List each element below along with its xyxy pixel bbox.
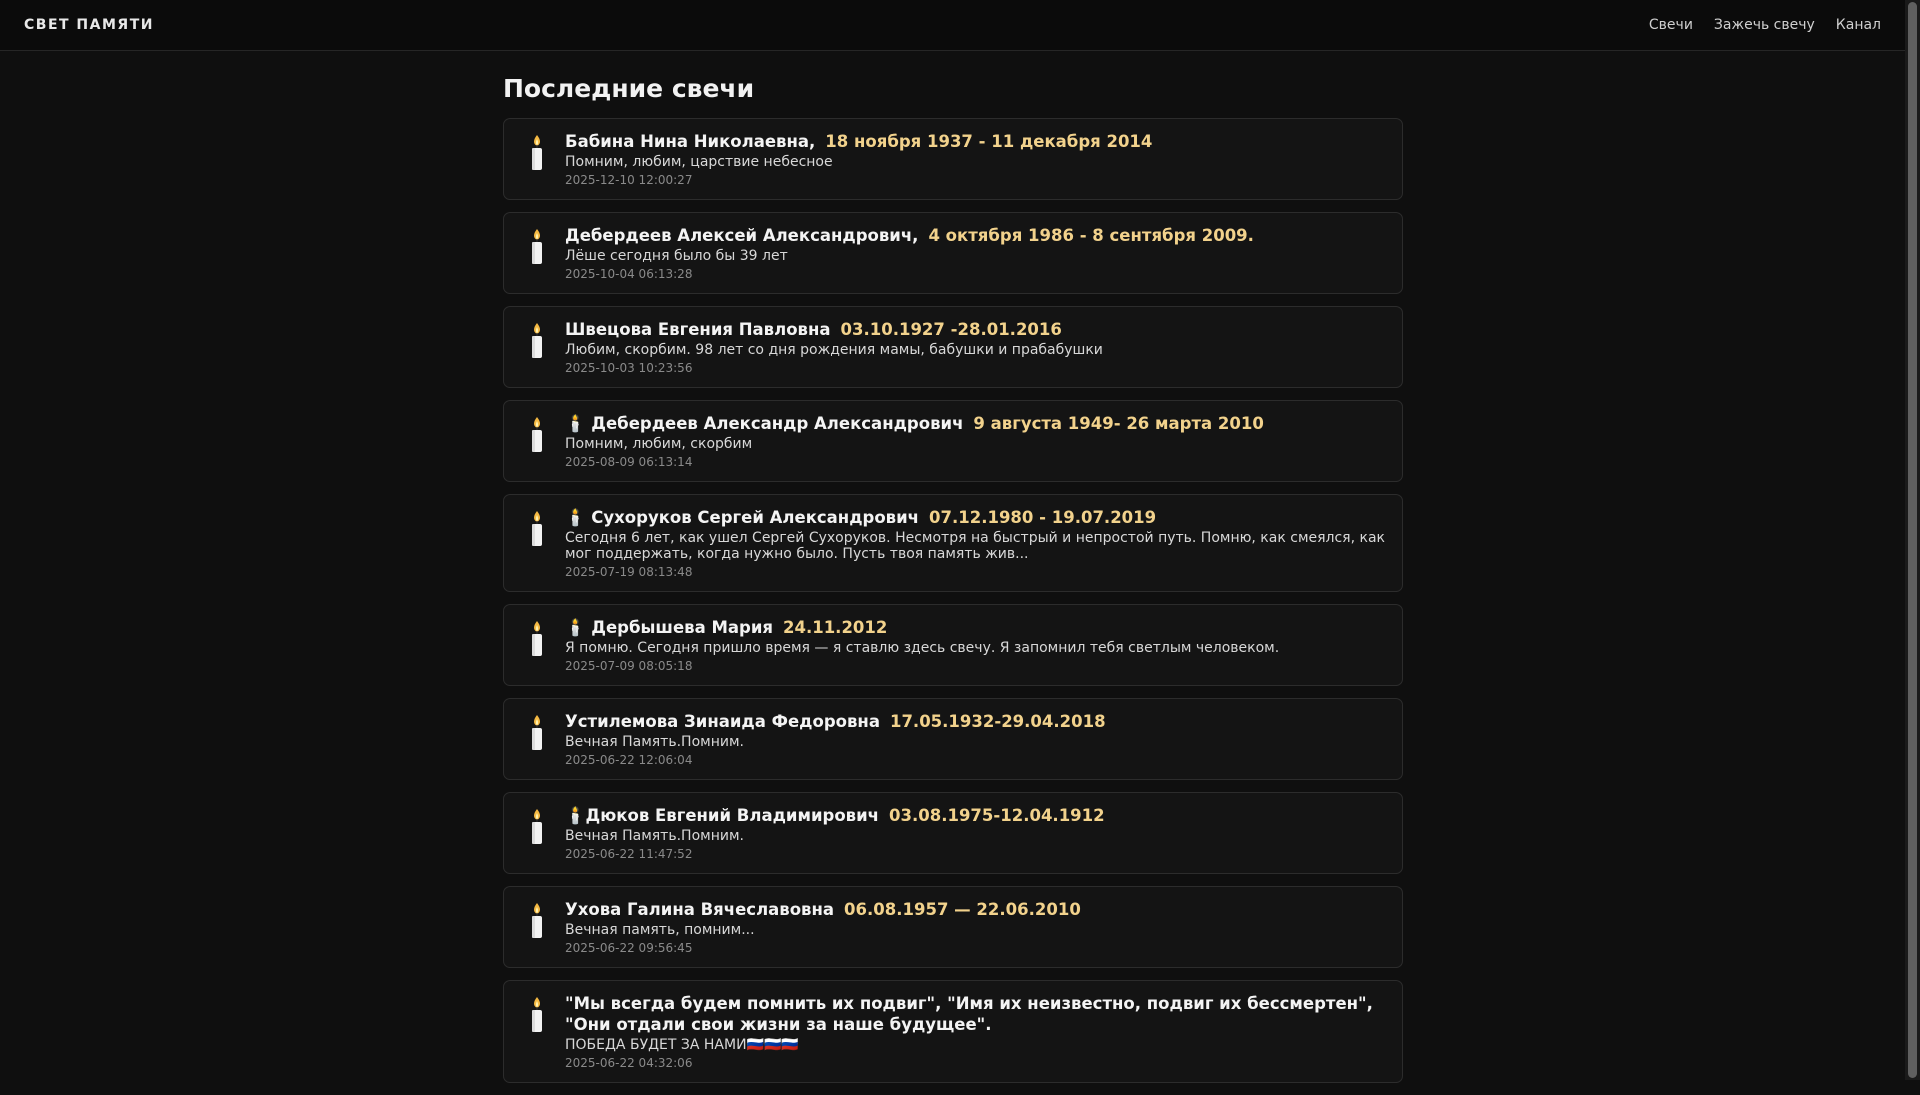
- candle-icon: [524, 996, 550, 1034]
- candle-icon: [524, 808, 550, 846]
- person-name: Швецова Евгения Павловна: [565, 320, 831, 339]
- candle-title: 🕯️ Дебердеев Александр Александрович 9 ав…: [565, 413, 1386, 434]
- life-dates: 9 августа 1949- 26 марта 2010: [973, 414, 1264, 433]
- candle-title: 🕯️ Сухоруков Сергей Александрович 07.12.1…: [565, 507, 1386, 528]
- candle-timestamp: 2025-10-03 10:23:56: [565, 361, 693, 375]
- candle-timestamp: 2025-07-09 08:05:18: [565, 659, 693, 673]
- candle-timestamp: 2025-06-22 04:32:06: [565, 1056, 693, 1070]
- candle-icon: [524, 134, 550, 172]
- scrollbar-thumb[interactable]: [1908, 2, 1917, 1078]
- candle-message: Помним, любим, царствие небесное: [565, 154, 833, 170]
- candle-message: Я помню. Сегодня пришло время — я ставлю…: [565, 640, 1280, 656]
- candle-card[interactable]: Бабина Нина Николаевна, 18 ноября 1937 - …: [503, 118, 1403, 200]
- nav-light-candle[interactable]: Зажечь свечу: [1714, 17, 1815, 33]
- candle-title: 🕯️Дюков Евгений Владимирович 03.08.1975-1…: [565, 805, 1386, 826]
- person-name: 🕯️ Дербышева Мария: [565, 618, 773, 637]
- candle-icon: [524, 322, 550, 360]
- nav-candles[interactable]: Свечи: [1649, 17, 1693, 33]
- candle-card[interactable]: Ухова Галина Вячеславовна 06.08.1957 — 22…: [503, 886, 1403, 968]
- candle-message: Сегодня 6 лет, как ушел Сергей Сухоруков…: [565, 530, 1385, 562]
- person-name: "Мы всегда будем помнить их подвиг", "Им…: [565, 994, 1373, 1034]
- candle-message: Лёше сегодня было бы 39 лет: [565, 248, 788, 264]
- life-dates: 03.10.1927 -28.01.2016: [840, 320, 1062, 339]
- candle-card[interactable]: 🕯️Дюков Евгений Владимирович 03.08.1975-1…: [503, 792, 1403, 874]
- candle-icon: [524, 902, 550, 940]
- life-dates: 06.08.1957 — 22.06.2010: [844, 900, 1081, 919]
- main-content: Последние свечи Бабина Нина Николаевна, 1…: [503, 73, 1403, 1095]
- candle-timestamp: 2025-10-04 06:13:28: [565, 267, 693, 281]
- candle-card[interactable]: Швецова Евгения Павловна 03.10.1927 -28.0…: [503, 306, 1403, 388]
- candle-title: Бабина Нина Николаевна, 18 ноября 1937 - …: [565, 131, 1386, 152]
- nav-links: Свечи Зажечь свечу Канал: [1649, 17, 1881, 33]
- life-dates: 24.11.2012: [782, 618, 888, 637]
- candle-title: 🕯️ Дербышева Мария 24.11.2012: [565, 617, 1386, 638]
- candle-card[interactable]: 🕯️ Дебердеев Александр Александрович 9 ав…: [503, 400, 1403, 482]
- life-dates: 17.05.1932-29.04.2018: [889, 712, 1106, 731]
- page-title: Последние свечи: [503, 74, 755, 103]
- candle-message: Вечная память, помним...: [565, 922, 755, 938]
- candle-title: Дебердеев Алексей Александрович, 4 октябр…: [565, 225, 1386, 246]
- candle-title: Швецова Евгения Павловна 03.10.1927 -28.0…: [565, 319, 1386, 340]
- candle-title: Устилемова Зинаида Федоровна 17.05.1932-2…: [565, 711, 1386, 732]
- candle-icon: [524, 416, 550, 454]
- page-scrollbar[interactable]: [1905, 0, 1920, 1080]
- candle-message: Помним, любим, скорбим: [565, 436, 753, 452]
- candle-timestamp: 2025-06-22 11:47:52: [565, 847, 693, 861]
- candle-timestamp: 2025-06-22 12:06:04: [565, 753, 693, 767]
- person-name: Бабина Нина Николаевна,: [565, 132, 816, 151]
- nav-channel[interactable]: Канал: [1836, 17, 1881, 33]
- person-name: 🕯️Дюков Евгений Владимирович: [565, 806, 879, 825]
- person-name: Ухова Галина Вячеславовна: [565, 900, 835, 919]
- life-dates: 18 ноября 1937 - 11 декабря 2014: [825, 132, 1153, 151]
- candle-timestamp: 2025-07-19 08:13:48: [565, 565, 693, 579]
- candle-timestamp: 2025-12-10 12:00:27: [565, 173, 693, 187]
- candle-icon: [524, 510, 550, 548]
- person-name: 🕯️ Дебердеев Александр Александрович: [565, 414, 964, 433]
- candle-card[interactable]: "Мы всегда будем помнить их подвиг", "Им…: [503, 980, 1403, 1083]
- candle-message: Вечная Память.Помним.: [565, 828, 744, 844]
- candle-card[interactable]: Дебердеев Алексей Александрович, 4 октябр…: [503, 212, 1403, 294]
- candle-message: Вечная Память.Помним.: [565, 734, 744, 750]
- candle-title: Ухова Галина Вячеславовна 06.08.1957 — 22…: [565, 899, 1386, 920]
- candle-list: Бабина Нина Николаевна, 18 ноября 1937 - …: [503, 118, 1403, 1083]
- life-dates: 07.12.1980 - 19.07.2019: [929, 508, 1157, 527]
- life-dates: 4 октября 1986 - 8 сентября 2009.: [928, 226, 1254, 245]
- life-dates: 03.08.1975-12.04.1912: [889, 806, 1105, 825]
- person-name: Устилемова Зинаида Федоровна: [565, 712, 880, 731]
- candle-message: Любим, скорбим. 98 лет со дня рождения м…: [565, 342, 1103, 358]
- brand-logo[interactable]: СВЕТ ПАМЯТИ: [24, 17, 154, 33]
- candle-card[interactable]: Устилемова Зинаида Федоровна 17.05.1932-2…: [503, 698, 1403, 780]
- candle-icon: [524, 228, 550, 266]
- candle-title: "Мы всегда будем помнить их подвиг", "Им…: [565, 993, 1386, 1035]
- candle-icon: [524, 620, 550, 658]
- candle-message: ПОБЕДА БУДЕТ ЗА НАМИ🇷🇺🇷🇺🇷🇺: [565, 1037, 799, 1053]
- candle-card[interactable]: 🕯️ Сухоруков Сергей Александрович 07.12.1…: [503, 494, 1403, 592]
- candle-icon: [524, 714, 550, 752]
- candle-timestamp: 2025-06-22 09:56:45: [565, 941, 693, 955]
- candle-card[interactable]: 🕯️ Дербышева Мария 24.11.2012 Я помню. Сег…: [503, 604, 1403, 686]
- person-name: Дебердеев Алексей Александрович,: [565, 226, 919, 245]
- candle-timestamp: 2025-08-09 06:13:14: [565, 455, 693, 469]
- top-navbar: СВЕТ ПАМЯТИ Свечи Зажечь свечу Канал: [0, 0, 1905, 51]
- person-name: 🕯️ Сухоруков Сергей Александрович: [565, 508, 920, 527]
